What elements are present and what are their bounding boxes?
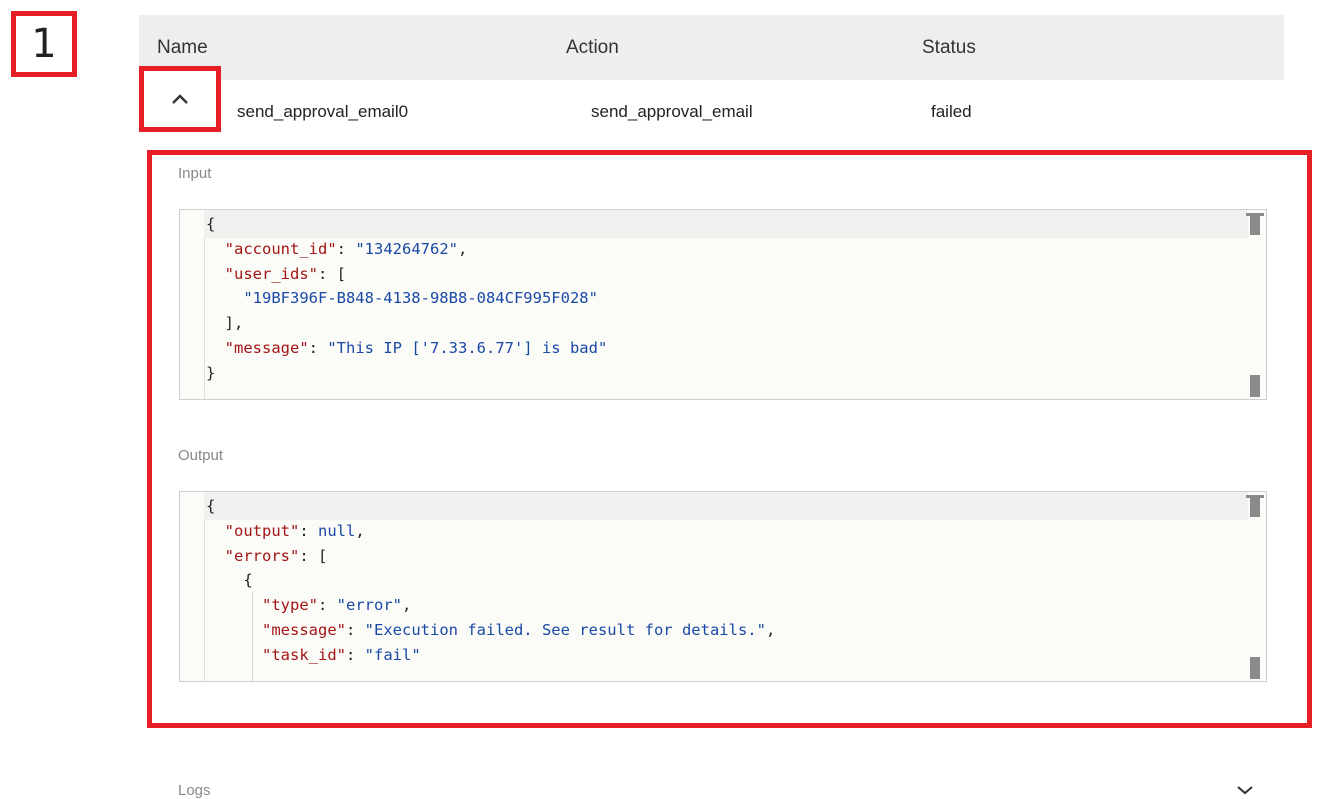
chevron-up-icon	[172, 94, 188, 104]
task-details-panel: Input { "account_id": "134264762", "user…	[147, 150, 1312, 728]
input-code-editor[interactable]: { "account_id": "134264762", "user_ids":…	[179, 209, 1267, 400]
scrollbar-thumb[interactable]	[1250, 375, 1260, 397]
input-code-line: "19BF396F-B848-4138-98B8-084CF995F028"	[243, 289, 598, 308]
input-code-line: ],	[206, 314, 244, 333]
output-code-line: {	[206, 571, 253, 590]
column-header-action[interactable]: Action	[566, 37, 619, 59]
input-scrollbar[interactable]	[1246, 210, 1266, 399]
output-code-editor[interactable]: { "output": null, "errors": [ { "type": …	[179, 491, 1267, 682]
step-number-badge: 1	[11, 11, 77, 77]
cell-action: send_approval_email	[591, 102, 753, 121]
input-code-line: "account_id": "134264762",	[224, 239, 468, 258]
output-code-line: "task_id": "fail"	[262, 645, 421, 664]
output-code-line: "errors": [	[224, 546, 328, 565]
cell-status: failed	[931, 102, 972, 121]
logs-label: Logs	[178, 782, 211, 799]
input-code-line: "user_ids": [	[224, 264, 346, 283]
scrollbar-thumb[interactable]	[1246, 213, 1264, 235]
input-code-line: }	[206, 363, 216, 382]
chevron-down-icon[interactable]	[1236, 785, 1254, 795]
output-label: Output	[178, 447, 224, 464]
cell-task-name: send_approval_email0	[237, 102, 409, 121]
output-scrollbar[interactable]	[1246, 492, 1266, 681]
output-code-line: {	[206, 497, 216, 515]
output-code-line: "output": null,	[224, 521, 365, 540]
column-header-name[interactable]: Name	[157, 37, 208, 59]
scrollbar-thumb[interactable]	[1246, 495, 1264, 517]
output-json[interactable]: { "output": null, "errors": [ { "type": …	[206, 494, 1246, 668]
table-row[interactable]: send_approval_email0 send_approval_email…	[139, 66, 1284, 150]
collapse-row-button[interactable]	[139, 66, 221, 132]
input-code-line: {	[206, 215, 216, 233]
column-header-status[interactable]: Status	[922, 37, 976, 59]
editor-gutter	[180, 210, 205, 399]
editor-gutter	[180, 492, 205, 681]
output-code-line: "type": "error",	[262, 596, 412, 615]
input-label: Input	[178, 165, 212, 182]
output-code-line: "message": "Execution failed. See result…	[262, 620, 776, 639]
table-header: Name Action Status	[139, 15, 1284, 80]
input-code-line: "message": "This IP ['7.33.6.77'] is bad…	[224, 338, 608, 357]
scrollbar-thumb[interactable]	[1250, 657, 1260, 679]
input-json[interactable]: { "account_id": "134264762", "user_ids":…	[206, 212, 1246, 386]
